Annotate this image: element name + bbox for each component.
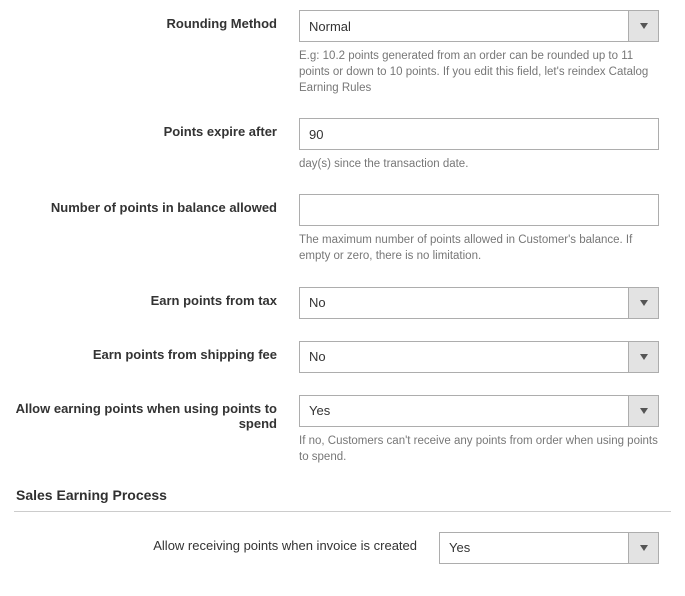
earn-tax-select[interactable]: No xyxy=(299,287,659,319)
field-points-expire: Points expire after day(s) since the tra… xyxy=(14,118,671,172)
balance-allowed-label: Number of points in balance allowed xyxy=(14,194,299,215)
chevron-down-icon xyxy=(628,288,658,318)
receive-on-invoice-control: Yes xyxy=(439,532,659,564)
earn-shipping-label: Earn points from shipping fee xyxy=(14,341,299,362)
balance-allowed-note: The maximum number of points allowed in … xyxy=(299,232,659,264)
earn-when-spending-value: Yes xyxy=(300,403,628,418)
field-balance-allowed: Number of points in balance allowed The … xyxy=(14,194,671,264)
section-sales-earning-process: Sales Earning Process xyxy=(14,487,671,512)
earn-when-spending-control: Yes If no, Customers can't receive any p… xyxy=(299,395,659,465)
receive-on-invoice-select[interactable]: Yes xyxy=(439,532,659,564)
balance-allowed-control: The maximum number of points allowed in … xyxy=(299,194,659,264)
earn-when-spending-label: Allow earning points when using points t… xyxy=(14,395,299,431)
chevron-down-icon xyxy=(628,396,658,426)
rounding-method-control: Normal E.g: 10.2 points generated from a… xyxy=(299,10,659,96)
rounding-method-label: Rounding Method xyxy=(14,10,299,31)
rounding-method-value: Normal xyxy=(300,19,628,34)
points-expire-control: day(s) since the transaction date. xyxy=(299,118,659,172)
balance-allowed-input[interactable] xyxy=(299,194,659,226)
earn-shipping-value: No xyxy=(300,349,628,364)
field-earn-tax: Earn points from tax No xyxy=(14,287,671,319)
rounding-method-select[interactable]: Normal xyxy=(299,10,659,42)
earn-when-spending-note: If no, Customers can't receive any point… xyxy=(299,433,659,465)
earn-tax-label: Earn points from tax xyxy=(14,287,299,308)
field-rounding-method: Rounding Method Normal E.g: 10.2 points … xyxy=(14,10,671,96)
points-expire-note: day(s) since the transaction date. xyxy=(299,156,659,172)
earn-when-spending-select[interactable]: Yes xyxy=(299,395,659,427)
earn-shipping-select[interactable]: No xyxy=(299,341,659,373)
field-receive-on-invoice: Allow receiving points when invoice is c… xyxy=(14,532,671,564)
earn-tax-value: No xyxy=(300,295,628,310)
chevron-down-icon xyxy=(628,533,658,563)
points-expire-input[interactable] xyxy=(299,118,659,150)
points-expire-label: Points expire after xyxy=(14,118,299,139)
receive-on-invoice-label: Allow receiving points when invoice is c… xyxy=(14,532,439,553)
earn-shipping-control: No xyxy=(299,341,659,373)
earn-tax-control: No xyxy=(299,287,659,319)
chevron-down-icon xyxy=(628,342,658,372)
field-earn-shipping: Earn points from shipping fee No xyxy=(14,341,671,373)
rounding-method-note: E.g: 10.2 points generated from an order… xyxy=(299,48,659,96)
receive-on-invoice-value: Yes xyxy=(440,540,628,555)
field-earn-when-spending: Allow earning points when using points t… xyxy=(14,395,671,465)
chevron-down-icon xyxy=(628,11,658,41)
